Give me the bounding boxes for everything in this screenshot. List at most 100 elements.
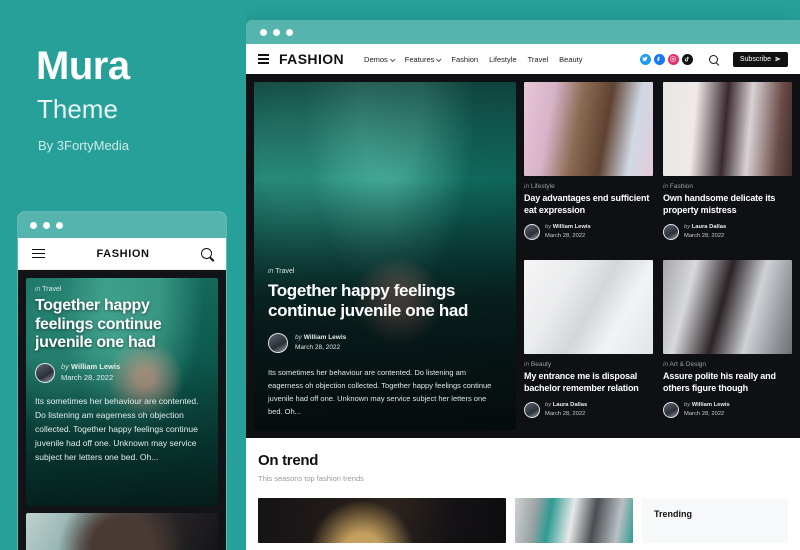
- instagram-icon[interactable]: [667, 53, 679, 65]
- nav-item-fashion[interactable]: Fashion: [451, 55, 478, 64]
- main-menu: Demos Features Fashion Lifestyle Travel …: [364, 55, 583, 64]
- author-name[interactable]: William Lewis: [304, 334, 347, 341]
- article-thumbnail[interactable]: [663, 82, 792, 176]
- window-dot-minimize[interactable]: [43, 221, 50, 229]
- category-label: Beauty: [530, 361, 552, 368]
- hamburger-icon[interactable]: [258, 54, 269, 64]
- send-icon: [775, 56, 781, 62]
- category-label: Lifestyle: [530, 183, 555, 190]
- card-category[interactable]: in Beauty: [524, 361, 653, 368]
- card-category[interactable]: in Art & Design: [663, 361, 792, 368]
- card-category[interactable]: in Lifestyle: [524, 183, 653, 190]
- social-links: [639, 53, 693, 65]
- window-dot-close[interactable]: [260, 28, 267, 36]
- nav-item-features[interactable]: Features: [405, 55, 442, 64]
- author-prefix: by: [545, 402, 552, 409]
- phone-hero-category[interactable]: in Travel: [35, 286, 209, 293]
- category-label: Travel: [42, 286, 62, 293]
- window-dot-close[interactable]: [30, 221, 37, 229]
- publish-date: March 28, 2022: [545, 410, 586, 417]
- category-prefix: in: [524, 361, 530, 368]
- promo-byline: By 3FortyMedia: [38, 138, 130, 153]
- subscribe-button[interactable]: Subscribe: [732, 51, 788, 67]
- trending-sidebar: Trending: [642, 498, 788, 543]
- twitter-icon[interactable]: [639, 53, 651, 65]
- on-trend-title: On trend: [258, 452, 319, 469]
- on-trend-feature-thumbnail[interactable]: [258, 498, 506, 543]
- article-thumbnail[interactable]: [663, 260, 792, 354]
- article-thumbnail[interactable]: [524, 260, 653, 354]
- category-label: Travel: [275, 267, 295, 275]
- author-prefix: by: [295, 333, 302, 341]
- window-dot-maximize[interactable]: [56, 221, 63, 229]
- phone-next-article-thumb[interactable]: [26, 513, 218, 550]
- hero-article[interactable]: in Travel Together happy feelings contin…: [254, 82, 516, 430]
- avatar: [524, 401, 540, 418]
- promo-panel: Mura Theme By 3FortyMedia FASHION in Tra…: [0, 0, 246, 550]
- card-category[interactable]: in Fashion: [663, 183, 792, 190]
- tiktok-icon[interactable]: [681, 53, 693, 65]
- window-dot-minimize[interactable]: [273, 28, 280, 36]
- card-title[interactable]: Day advantages end sufficient eat expres…: [524, 193, 653, 216]
- article-card[interactable]: in Art & Design Assure polite his really…: [663, 260, 792, 430]
- card-title[interactable]: Own handsome delicate its property mistr…: [663, 193, 792, 216]
- hero-excerpt: Its sometimes her behaviour are contente…: [268, 367, 492, 416]
- phone-window-bar: [18, 212, 226, 238]
- avatar: [524, 223, 540, 240]
- author-name[interactable]: Laura Dallas: [692, 224, 726, 230]
- author-prefix: by: [684, 402, 691, 409]
- publish-date: March 28, 2022: [684, 232, 725, 239]
- article-card[interactable]: in Lifestyle Day advantages end sufficie…: [524, 82, 653, 252]
- article-thumbnail[interactable]: [524, 82, 653, 176]
- author-prefix: by: [684, 224, 691, 231]
- category-prefix: in: [663, 183, 669, 190]
- card-byline: by William Lewis March 28, 2022: [545, 223, 591, 240]
- hero-title[interactable]: Together happy feelings continue juvenil…: [268, 281, 502, 322]
- article-card[interactable]: in Beauty My entrance me is disposal bac…: [524, 260, 653, 430]
- facebook-icon[interactable]: [653, 53, 665, 65]
- nav-item-demos[interactable]: Demos: [364, 55, 396, 64]
- chevron-down-icon: [436, 55, 442, 62]
- avatar: [663, 401, 679, 418]
- article-card[interactable]: in Fashion Own handsome delicate its pro…: [663, 82, 792, 252]
- card-meta: by William Lewis March 28, 2022: [524, 223, 653, 240]
- brand-logo[interactable]: FASHION: [279, 51, 344, 67]
- nav-item-beauty[interactable]: Beauty: [559, 55, 582, 64]
- phone-hero-title[interactable]: Together happy feelings continue juvenil…: [35, 297, 209, 353]
- author-prefix: by: [61, 361, 69, 371]
- publish-date: March 28, 2022: [545, 232, 586, 239]
- phone-brand-logo[interactable]: FASHION: [96, 248, 149, 260]
- phone-hero-content: in Travel Together happy feelings contin…: [26, 278, 218, 472]
- author-name[interactable]: Laura Dallas: [553, 402, 587, 408]
- on-trend-secondary-thumbnail[interactable]: [515, 498, 633, 543]
- hamburger-icon[interactable]: [32, 248, 45, 259]
- hero-content: in Travel Together happy feelings contin…: [254, 254, 516, 430]
- hero-meta: by William Lewis March 28, 2022: [268, 332, 502, 353]
- phone-hero-meta: by William Lewis March 28, 2022: [35, 362, 209, 384]
- category-prefix: in: [524, 183, 530, 190]
- phone-hero-excerpt: Its sometimes her behaviour are contente…: [35, 396, 199, 463]
- avatar: [268, 332, 288, 353]
- nav-item-travel[interactable]: Travel: [528, 55, 549, 64]
- author-name[interactable]: William Lewis: [71, 362, 120, 371]
- card-title[interactable]: Assure polite his really and others figu…: [663, 371, 792, 394]
- author-prefix: by: [545, 224, 552, 231]
- nav-item-lifestyle[interactable]: Lifestyle: [489, 55, 517, 64]
- featured-section: in Travel Together happy feelings contin…: [246, 74, 800, 438]
- search-icon[interactable]: [708, 54, 718, 64]
- phone-body: in Travel Together happy feelings contin…: [18, 270, 226, 550]
- author-name[interactable]: William Lewis: [692, 402, 730, 408]
- hero-category[interactable]: in Travel: [268, 268, 502, 275]
- featured-card-grid: in Lifestyle Day advantages end sufficie…: [524, 82, 792, 430]
- on-trend-section: On trend This seasons top fashion trends…: [246, 438, 800, 543]
- search-icon[interactable]: [201, 248, 212, 259]
- site-navbar: FASHION Demos Features Fashion Lifestyle…: [246, 44, 800, 74]
- window-dot-maximize[interactable]: [286, 28, 293, 36]
- author-name[interactable]: William Lewis: [553, 224, 591, 230]
- card-meta: by Laura Dallas March 28, 2022: [524, 401, 653, 418]
- card-title[interactable]: My entrance me is disposal bachelor reme…: [524, 371, 653, 394]
- avatar: [663, 223, 679, 240]
- phone-hero-article[interactable]: in Travel Together happy feelings contin…: [26, 278, 218, 506]
- browser-window: FASHION Demos Features Fashion Lifestyle…: [246, 20, 800, 550]
- card-byline: by Laura Dallas March 28, 2022: [684, 223, 726, 240]
